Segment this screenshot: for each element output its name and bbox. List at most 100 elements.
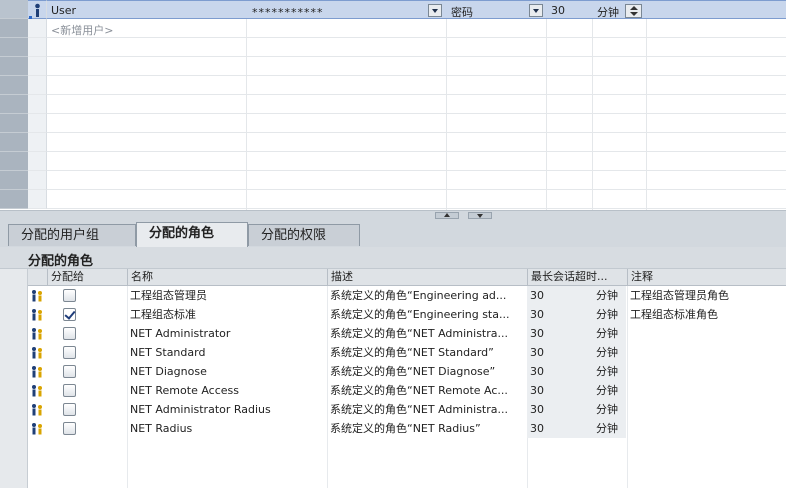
- role-timeout: 30: [527, 305, 596, 324]
- password-dropdown-button[interactable]: [428, 4, 442, 17]
- timeout-unit-cell: 分钟: [597, 6, 619, 19]
- roles-table: 分配给 名称 描述 最长会话超时... 注释 工程组态管理员系统定义的角色“En…: [0, 269, 786, 488]
- add-user-placeholder[interactable]: <新增用户>: [51, 22, 113, 38]
- role-timeout-unit: 分钟: [596, 324, 626, 343]
- role-description: 系统定义的角色“Engineering sta...: [330, 308, 510, 321]
- empty-row: [0, 133, 786, 152]
- spin-down-icon[interactable]: [630, 12, 638, 16]
- role-description: 系统定义的角色“NET Administra...: [330, 327, 509, 340]
- tab-assigned-roles[interactable]: 分配的角色: [136, 222, 248, 247]
- user-name-cell[interactable]: User: [51, 4, 76, 17]
- users-table: User *********** 密码 30 分钟 <新增用户>: [0, 0, 786, 210]
- tab-assigned-user-groups[interactable]: 分配的用户组: [8, 224, 136, 246]
- empty-row: [0, 38, 786, 57]
- role-comment: [627, 381, 786, 400]
- role-comment: [627, 400, 786, 419]
- role-icon: [30, 308, 44, 322]
- role-comment: [627, 419, 786, 438]
- column-divider: [246, 19, 247, 210]
- role-timeout: 30: [527, 343, 596, 362]
- column-header-comment[interactable]: 注释: [627, 269, 786, 286]
- role-name: 工程组态管理员: [130, 289, 207, 302]
- role-name: NET Remote Access: [130, 384, 239, 397]
- spin-up-icon[interactable]: [630, 6, 638, 10]
- empty-row: [0, 95, 786, 114]
- tab-bar: 分配的用户组 分配的角色 分配的权限: [0, 220, 786, 247]
- empty-row: [0, 114, 786, 133]
- assign-checkbox[interactable]: [63, 327, 76, 340]
- table-row[interactable]: NET Administrator Radius 系统定义的角色“NET Admi…: [28, 400, 786, 419]
- role-comment: [627, 324, 786, 343]
- role-timeout: 30: [527, 400, 596, 419]
- role-name: NET Standard: [130, 346, 206, 359]
- column-divider: [646, 19, 647, 210]
- role-icon: [30, 365, 44, 379]
- role-timeout: 30: [527, 324, 596, 343]
- row-gutter: [0, 19, 28, 38]
- column-header-description[interactable]: 描述: [327, 269, 527, 286]
- timeout-spinner[interactable]: [625, 4, 642, 18]
- empty-row: [0, 152, 786, 171]
- table-row[interactable]: NET Radius 系统定义的角色“NET Radius” 30 分钟: [28, 419, 786, 438]
- column-divider: [546, 19, 547, 210]
- table-header: 分配给 名称 描述 最长会话超时... 注释: [28, 269, 786, 286]
- role-description: 系统定义的角色“NET Administra...: [330, 403, 509, 416]
- role-timeout-unit: 分钟: [596, 419, 626, 438]
- column-header-max-timeout[interactable]: 最长会话超时...: [527, 269, 627, 286]
- role-description: 系统定义的角色“NET Diagnose”: [330, 365, 496, 378]
- column-divider: [446, 19, 447, 210]
- pane-splitter[interactable]: [0, 210, 786, 220]
- role-name: NET Radius: [130, 422, 193, 435]
- empty-row: [0, 171, 786, 190]
- column-header-assign[interactable]: 分配给: [47, 269, 127, 286]
- role-icon: [30, 327, 44, 341]
- add-user-cells: <新增用户>: [47, 19, 786, 38]
- collapse-down-button[interactable]: [468, 212, 492, 219]
- role-name: 工程组态标准: [130, 308, 196, 321]
- assign-checkbox[interactable]: [63, 422, 76, 435]
- collapse-up-button[interactable]: [435, 212, 459, 219]
- role-timeout-unit: 分钟: [596, 400, 626, 419]
- table-row[interactable]: NET Remote Access 系统定义的角色“NET Remote Ac..…: [28, 381, 786, 400]
- role-timeout: 30: [527, 286, 596, 305]
- user-row-selected[interactable]: User *********** 密码 30 分钟: [0, 0, 786, 19]
- row-icon-cell: [28, 19, 47, 38]
- role-timeout-unit: 分钟: [596, 362, 626, 381]
- row-gutter: [0, 269, 28, 488]
- assign-checkbox[interactable]: [63, 308, 76, 321]
- table-row[interactable]: 工程组态标准 系统定义的角色“Engineering sta... 30 分钟 工程组态…: [28, 305, 786, 324]
- table-row[interactable]: NET Administrator 系统定义的角色“NET Administra.…: [28, 324, 786, 343]
- password-cell[interactable]: ***********: [252, 6, 324, 19]
- role-timeout: 30: [527, 419, 596, 438]
- role-description: 系统定义的角色“NET Radius”: [330, 422, 481, 435]
- role-description: 系统定义的角色“NET Remote Ac...: [330, 384, 508, 397]
- column-header-name[interactable]: 名称: [127, 269, 327, 286]
- role-timeout-unit: 分钟: [596, 286, 626, 305]
- empty-row: [0, 57, 786, 76]
- add-user-row[interactable]: <新增用户>: [0, 19, 786, 38]
- column-divider: [592, 19, 593, 210]
- role-name: NET Diagnose: [130, 365, 207, 378]
- role-description: 系统定义的角色“Engineering ad...: [330, 289, 507, 302]
- role-icon: [30, 289, 44, 303]
- auth-method-dropdown-button[interactable]: [529, 4, 543, 17]
- role-icon: [30, 403, 44, 417]
- table-row[interactable]: NET Diagnose 系统定义的角色“NET Diagnose” 30 分钟: [28, 362, 786, 381]
- role-timeout-unit: 分钟: [596, 305, 626, 324]
- role-comment: [627, 343, 786, 362]
- auth-method-cell[interactable]: 密码: [451, 4, 473, 20]
- assign-checkbox[interactable]: [63, 384, 76, 397]
- roles-pane: 分配的角色 分配给 名称 描述 最长会话超时... 注释 工程组态管理员 系统定义…: [0, 247, 786, 488]
- table-row[interactable]: NET Standard 系统定义的角色“NET Standard” 30 分钟: [28, 343, 786, 362]
- timeout-value-cell[interactable]: 30: [551, 4, 565, 17]
- assign-checkbox[interactable]: [63, 289, 76, 302]
- row-gutter: [0, 0, 28, 19]
- role-description: 系统定义的角色“NET Standard”: [330, 346, 494, 359]
- assign-checkbox[interactable]: [63, 365, 76, 378]
- assign-checkbox[interactable]: [63, 403, 76, 416]
- empty-row: [0, 76, 786, 95]
- role-comment: 工程组态标准角色: [630, 308, 718, 321]
- table-row[interactable]: 工程组态管理员 系统定义的角色“Engineering ad... 30 分钟 工程组态…: [28, 286, 786, 305]
- tab-assigned-permissions[interactable]: 分配的权限: [248, 224, 360, 246]
- assign-checkbox[interactable]: [63, 346, 76, 359]
